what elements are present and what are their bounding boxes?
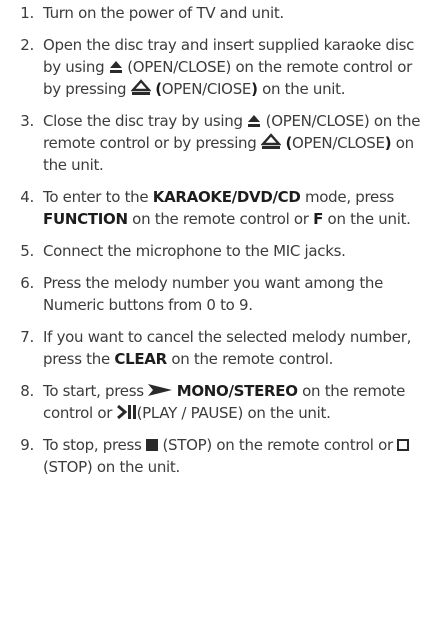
step-number: 4. [20,188,34,206]
text-run: OPEN/CIOSE [161,80,252,98]
text-run: on the remote control or [127,210,314,228]
text-run: FUNCTION [43,210,128,228]
step-number: 5. [20,242,34,260]
step-4: 4. To enter to the KARAOKE/DVD/CD mode, … [4,186,434,230]
text-run: (PLAY / PAUSE) on the unit. [136,404,331,422]
step-text: To stop, press (STOP) on the remote cont… [43,434,434,478]
step-text: To start, press MONO/STEREO on the remot… [43,380,434,424]
step-text: Turn on the power of TV and unit. [43,2,434,24]
eject-outline-icon [260,133,281,149]
step-6: 6. Press the melody number you want amon… [4,272,434,316]
instruction-page: 1. Turn on the power of TV and unit. 2. … [0,0,442,623]
step-7: 7. If you want to cancel the selected me… [4,326,434,370]
step-text: To enter to the KARAOKE/DVD/CD mode, pre… [43,186,434,230]
eject-solid-icon [248,115,261,127]
step-number: 7. [20,328,34,346]
text-run: CLEAR [114,350,167,368]
step-text: If you want to cancel the selected melod… [43,326,434,370]
step-9: 9. To stop, press (STOP) on the remote c… [4,434,434,478]
step-number: 9. [20,436,34,454]
text-run: on the unit. [257,80,346,98]
text-run: (STOP) on the remote control or [157,436,398,454]
step-text: Connect the microphone to the MIC jacks. [43,240,434,262]
text-run: OPEN/CLOSE [292,134,385,152]
step-text: Close the disc tray by using (OPEN/CLOSE… [43,110,434,176]
play-pause-icon [116,404,136,420]
text-run: on the remote control. [166,350,334,368]
step-5: 5. Connect the microphone to the MIC jac… [4,240,434,262]
text-run: To enter to the [43,188,153,206]
text-run: mode, press [300,188,394,206]
stop-solid-icon [145,439,158,451]
play-icon [148,384,173,396]
text-run: Close the disc tray by using [43,112,248,130]
step-text: Press the melody number you want among t… [43,272,434,316]
text-run: (STOP) on the unit. [43,458,180,476]
step-number: 8. [20,382,34,400]
step-2: 2. Open the disc tray and insert supplie… [4,34,434,100]
text-run: F [313,210,324,228]
step-text: Open the disc tray and insert supplied k… [43,34,434,100]
text-run: Press the melody number you want among t… [43,274,384,314]
step-3: 3. Close the disc tray by using (OPEN/CL… [4,110,434,176]
eject-outline-icon [130,79,151,95]
text-run: To stop, press [43,436,146,454]
text-run: Connect the microphone to the MIC jacks. [43,242,346,260]
text-run: Turn on the power of TV and unit. [43,4,284,22]
step-1: 1. Turn on the power of TV and unit. [4,2,434,24]
text-run: KARAOKE/DVD/CD [152,188,301,206]
step-number: 1. [20,4,34,22]
text-run: MONO/STEREO [176,382,298,400]
instruction-list: 1. Turn on the power of TV and unit. 2. … [4,2,434,478]
text-run: on the unit. [323,210,411,228]
step-8: 8. To start, press MONO/STEREO on the re… [4,380,434,424]
text-run: To start, press [43,382,149,400]
eject-solid-icon [109,61,122,73]
step-number: 6. [20,274,34,292]
step-number: 2. [20,36,34,54]
step-number: 3. [20,112,34,130]
stop-outline-icon [397,439,410,451]
